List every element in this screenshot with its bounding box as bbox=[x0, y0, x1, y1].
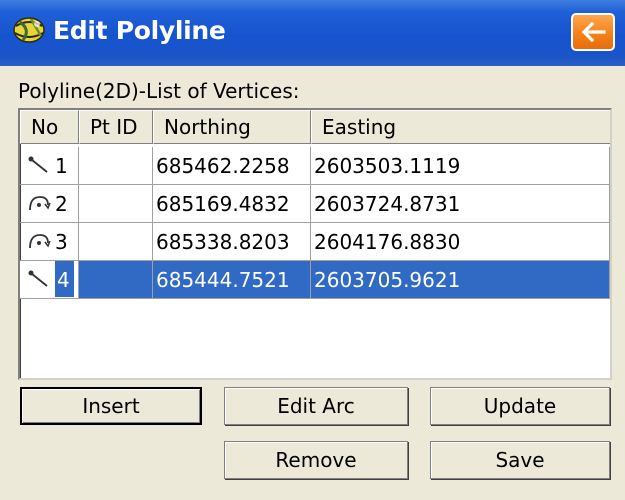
remove-button[interactable]: Remove bbox=[224, 441, 408, 479]
arc-segment-icon bbox=[29, 196, 51, 211]
cell-northing: 685462.2258 bbox=[153, 147, 311, 185]
table-row[interactable]: 2 685169.4832 2603724.8731 bbox=[20, 185, 610, 223]
column-header-no[interactable]: No bbox=[20, 110, 79, 144]
title-bar: Edit Polyline bbox=[0, 0, 625, 66]
arrow-left-icon bbox=[581, 22, 606, 42]
cell-northing: 685444.7521 bbox=[153, 261, 311, 299]
vertex-number: 3 bbox=[55, 230, 68, 254]
table-row[interactable]: 3 685338.8203 2604176.8830 bbox=[20, 223, 610, 261]
vertex-number: 1 bbox=[55, 154, 68, 178]
surveyor-globe-icon bbox=[13, 17, 45, 43]
list-header: No Pt ID Northing Easting bbox=[20, 110, 610, 144]
window-title: Edit Polyline bbox=[53, 16, 226, 45]
cell-northing: 685169.4832 bbox=[153, 185, 311, 223]
save-button[interactable]: Save bbox=[430, 441, 610, 479]
cell-easting: 2603705.9621 bbox=[311, 261, 610, 299]
cell-no: 1 bbox=[20, 147, 79, 185]
back-button[interactable] bbox=[571, 13, 615, 51]
edit-arc-button[interactable]: Edit Arc bbox=[224, 387, 408, 425]
cell-pt-id bbox=[79, 147, 153, 185]
table-row[interactable]: 1 685462.2258 2603503.1119 bbox=[20, 147, 610, 185]
cell-northing: 685338.8203 bbox=[153, 223, 311, 261]
cell-no: 3 bbox=[20, 223, 79, 261]
insert-button[interactable]: Insert bbox=[20, 387, 202, 425]
cell-pt-id bbox=[79, 261, 153, 299]
cell-easting: 2603724.8731 bbox=[311, 185, 610, 223]
column-header-northing[interactable]: Northing bbox=[153, 110, 311, 144]
cell-no: 4 bbox=[20, 261, 79, 299]
cell-no: 2 bbox=[20, 185, 79, 223]
cell-pt-id bbox=[79, 223, 153, 261]
list-label: Polyline(2D)-List of Vertices: bbox=[18, 79, 300, 103]
arc-segment-icon bbox=[29, 234, 51, 249]
line-segment-icon bbox=[28, 270, 48, 287]
vertex-number: 2 bbox=[55, 192, 68, 216]
line-segment-icon bbox=[28, 156, 48, 173]
cell-pt-id bbox=[79, 185, 153, 223]
column-header-pt-id[interactable]: Pt ID bbox=[79, 110, 153, 144]
cell-easting: 2603503.1119 bbox=[311, 147, 610, 185]
update-button[interactable]: Update bbox=[430, 387, 610, 425]
vertex-number: 4 bbox=[55, 261, 74, 297]
column-header-easting[interactable]: Easting bbox=[311, 110, 610, 144]
vertex-list[interactable]: No Pt ID Northing Easting 1 685462.2258 … bbox=[18, 108, 612, 380]
cell-easting: 2604176.8830 bbox=[311, 223, 610, 261]
table-row-selected[interactable]: 4 685444.7521 2603705.9621 bbox=[20, 261, 610, 299]
